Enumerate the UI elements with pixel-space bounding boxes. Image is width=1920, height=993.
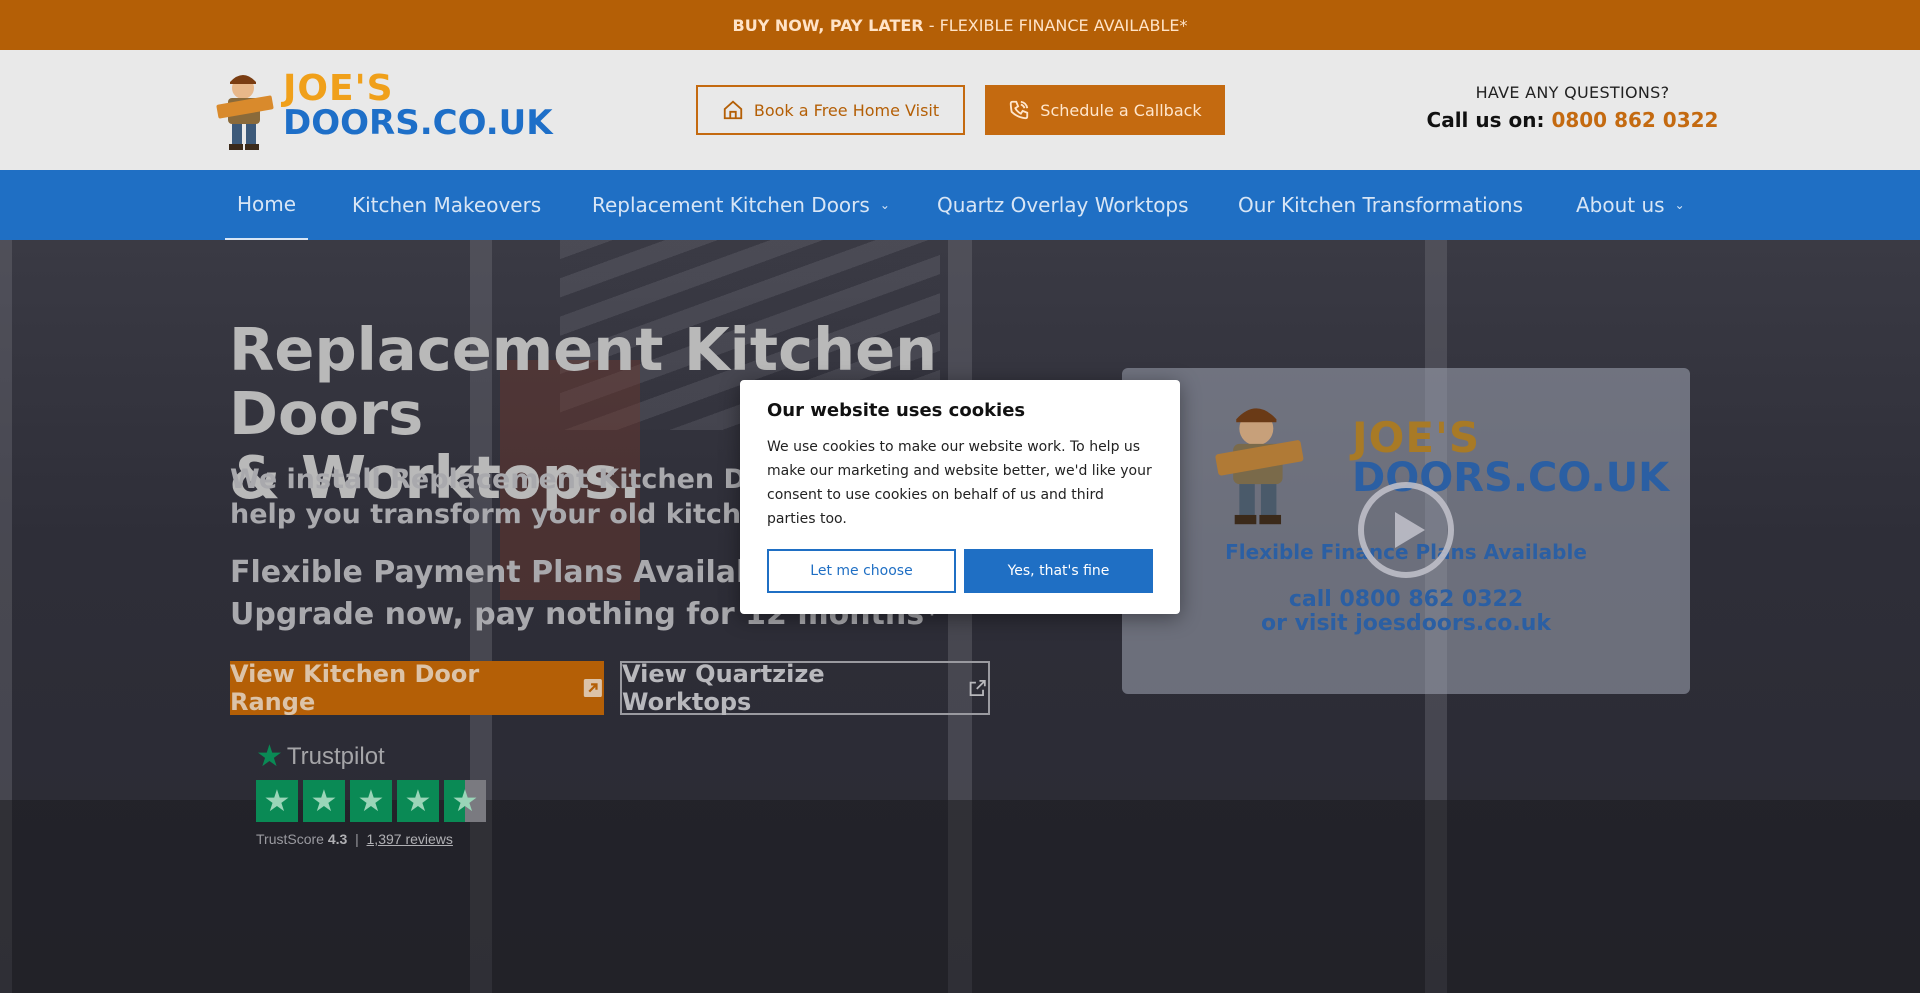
nav-about-us[interactable]: About us ⌄ [1576,170,1685,240]
nav-home-label: Home [237,192,297,216]
book-home-visit-label: Book a Free Home Visit [753,100,940,120]
phone-icon [1010,100,1029,120]
view-quartzize-worktops-label: View Quartzize Worktops [622,660,825,716]
view-quartzize-worktops-button[interactable]: View Quartzize Worktops [620,660,990,716]
trustpilot-reviews-link[interactable]: 1,397 reviews [367,831,453,847]
trustscore-label: TrustScore [256,831,324,847]
cookie-body: We use cookies to make our website work.… [767,439,1152,527]
logo-wordmark: JOE'S DOORS.CO.UK [283,68,553,143]
video-logo-line1: JOE'S [1352,413,1481,462]
chevron-down-icon: ⌄ [879,198,890,212]
star-icon: ★ [397,780,439,822]
home-icon [723,100,743,120]
nav-about-us-label: About us [1576,193,1665,217]
cookie-actions: Let me choose Yes, that's fine [767,549,1153,593]
cookie-consent-dialog: Our website uses cookies We use cookies … [740,380,1180,614]
external-link-icon [969,679,986,697]
mascot-icon [216,75,274,150]
schedule-callback-label: Schedule a Callback [1040,100,1202,120]
hero-section: Replacement Kitchen Doors & Worktops. We… [0,240,1920,993]
trustpilot-score: TrustScore 4.3 | 1,397 reviews [256,831,496,847]
video-call-text: call 0800 862 0322 or visit joesdoors.co… [1122,588,1690,636]
mascot-icon [1215,408,1304,525]
view-kitchen-door-range-label: View Kitchen Door Range [230,660,480,716]
call-us-label: Call us on: [1426,108,1552,132]
nav-kitchen-makeovers[interactable]: Kitchen Makeovers [352,170,541,240]
call-us-line: Call us on: 0800 862 0322 [1400,108,1745,132]
external-link-icon [584,678,603,698]
chevron-down-icon: ⌄ [1674,198,1685,212]
trustpilot-logo: ★ Trustpilot [256,742,496,772]
questions-label: HAVE ANY QUESTIONS? [1475,83,1670,102]
trustpilot-widget[interactable]: ★ Trustpilot ★ ★ ★ ★ ★ TrustScore 4.3 | … [256,742,496,847]
phone-number-link[interactable]: 0800 862 0322 [1551,108,1718,132]
half-star-icon: ★ [444,780,486,822]
promo-bold: BUY NOW, PAY LATER [732,15,924,35]
site-header: JOE'S DOORS.CO.UK Book a Free Home Visit… [0,50,1920,170]
star-icon: ★ [350,780,392,822]
promo-video[interactable]: JOE'S DOORS.CO.UK Flexible Finance Plans… [1122,368,1690,694]
let-me-choose-button[interactable]: Let me choose [767,549,956,593]
play-icon[interactable] [1358,482,1454,578]
logo-line2: DOORS.CO.UK [283,103,553,143]
nav-quartz-overlay-worktops[interactable]: Quartz Overlay Worktops [937,170,1189,240]
nav-our-kitchen-transformations[interactable]: Our Kitchen Transformations [1238,170,1523,240]
trustpilot-brand: Trustpilot [286,743,385,770]
video-call-line1: call 0800 862 0322 [1288,587,1524,612]
nav-quartz-overlay-worktops-label: Quartz Overlay Worktops [937,193,1189,217]
book-home-visit-button[interactable]: Book a Free Home Visit [696,85,965,135]
contact-block: HAVE ANY QUESTIONS? Call us on: 0800 862… [1400,83,1745,132]
nav-kitchen-makeovers-label: Kitchen Makeovers [352,193,542,217]
trustpilot-rating-stars: ★ ★ ★ ★ ★ [256,780,496,822]
promo-bar: BUY NOW, PAY LATER - FLEXIBLE FINANCE AV… [0,0,1920,50]
view-kitchen-door-range-button[interactable]: View Kitchen Door Range [230,660,604,716]
trustscore-value: 4.3 [327,831,348,847]
star-icon: ★ [303,780,345,822]
cookie-title: Our website uses cookies [767,400,1026,421]
trustpilot-star-icon: ★ [256,740,283,773]
nav-our-kitchen-transformations-label: Our Kitchen Transformations [1238,193,1523,217]
trustscore-separator: | [355,831,359,847]
accept-cookies-button[interactable]: Yes, that's fine [964,549,1153,593]
nav-replacement-kitchen-doors-label: Replacement Kitchen Doors [592,193,870,217]
nav-replacement-kitchen-doors[interactable]: Replacement Kitchen Doors ⌄ [592,170,890,240]
main-nav: Home Kitchen Makeovers Replacement Kitch… [0,170,1920,240]
star-icon: ★ [256,780,298,822]
promo-rest: - FLEXIBLE FINANCE AVAILABLE* [923,15,1188,35]
schedule-callback-button[interactable]: Schedule a Callback [985,85,1225,135]
nav-home[interactable]: Home [225,170,309,240]
video-call-line2: or visit joesdoors.co.uk [1260,611,1552,636]
site-logo[interactable]: JOE'S DOORS.CO.UK [213,70,553,152]
logo-line1: JOE'S [283,68,394,109]
